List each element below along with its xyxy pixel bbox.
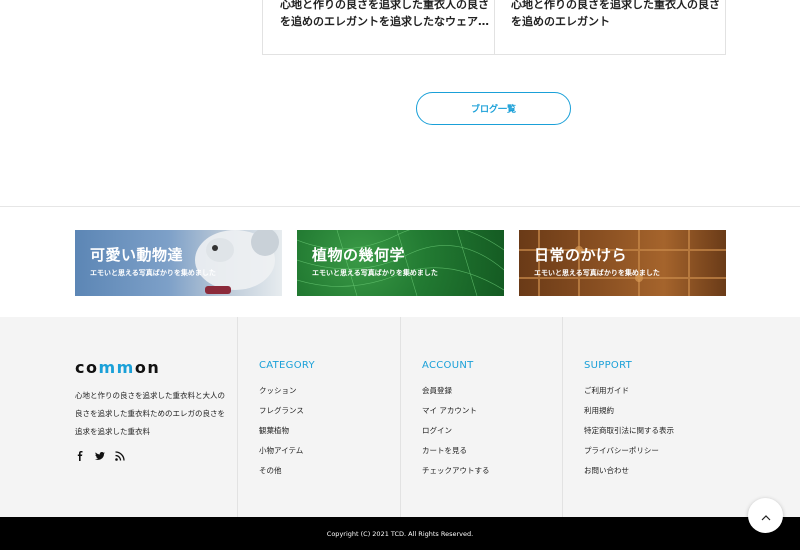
footer-link[interactable]: チェックアウトする <box>422 461 490 481</box>
banner-subtitle: エモいと思える写真ばかりを集めました <box>312 269 438 277</box>
footer-logo[interactable]: common <box>75 358 160 377</box>
logo-text-3: on <box>134 358 161 377</box>
banner-plants[interactable]: 植物の幾何学 エモいと思える写真ばかりを集めました <box>297 230 504 296</box>
footer-column-heading: ACCOUNT <box>422 360 474 371</box>
footer-column-divider <box>562 317 563 517</box>
section-divider <box>0 206 800 207</box>
article-card-text[interactable]: 心地と作りの良さを追求した重衣人の良さを追めのエレガント <box>511 0 721 30</box>
twitter-icon[interactable] <box>95 446 105 460</box>
footer-support-column: SUPPORT ご利用ガイド 利用規約 特定商取引法に関する表示 プライバシーポ… <box>584 360 674 481</box>
banner-title: 日常のかけら <box>534 246 628 264</box>
footer-link[interactable]: 観葉植物 <box>259 421 315 441</box>
banner-animals[interactable]: 可愛い動物達 エモいと思える写真ばかりを集めました <box>75 230 282 296</box>
banner-subtitle: エモいと思える写真ばかりを集めました <box>90 269 216 277</box>
banner-title: 可愛い動物達 <box>90 246 184 264</box>
footer-link[interactable]: その他 <box>259 461 315 481</box>
footer-link[interactable]: 会員登録 <box>422 381 490 401</box>
footer-link[interactable]: お問い合わせ <box>584 461 674 481</box>
footer-about-text: 心地と作りの良さを追求した重衣料と大人の良さを追求した重衣料ためのエレガの良さを… <box>75 391 225 436</box>
footer-link[interactable]: 利用規約 <box>584 401 674 421</box>
blog-list-button[interactable]: ブログ一覧 <box>416 92 571 125</box>
footer-link[interactable]: マイ アカウント <box>422 401 490 421</box>
footer-column-divider <box>237 317 238 517</box>
footer-link[interactable]: フレグランス <box>259 401 315 421</box>
card-divider <box>494 0 495 55</box>
footer-link[interactable]: プライバシーポリシー <box>584 441 674 461</box>
chevron-up-icon <box>761 506 771 525</box>
footer-link[interactable]: クッション <box>259 381 315 401</box>
footer-link[interactable]: 特定商取引法に関する表示 <box>584 421 674 441</box>
footer-link[interactable]: ログイン <box>422 421 490 441</box>
rss-icon[interactable] <box>115 446 125 461</box>
article-cards-row: 心地と作りの良さを追求した重衣人の良さを追めのエレガントを追求したなウェア… 心… <box>262 0 726 55</box>
footer-link[interactable]: ご利用ガイド <box>584 381 674 401</box>
copyright-text: Copyright (C) 2021 TCD. All Rights Reser… <box>326 529 474 538</box>
footer-category-column: CATEGORY クッション フレグランス 観葉植物 小物アイテム その他 <box>259 360 315 481</box>
logo-text-1: co <box>75 358 99 377</box>
logo-text-2: mm <box>98 358 135 377</box>
site-footer: common 心地と作りの良さを追求した重衣料と大人の良さを追求した重衣料ための… <box>0 317 800 517</box>
banner-everyday[interactable]: 日常のかけら エモいと思える写真ばかりを集めました <box>519 230 726 296</box>
banner-subtitle: エモいと思える写真ばかりを集めました <box>534 269 660 277</box>
back-to-top-button[interactable] <box>748 498 783 533</box>
footer-link[interactable]: 小物アイテム <box>259 441 315 461</box>
facebook-icon[interactable] <box>75 446 85 461</box>
social-links <box>75 446 125 461</box>
footer-link[interactable]: カートを見る <box>422 441 490 461</box>
footer-account-column: ACCOUNT 会員登録 マイ アカウント ログイン カートを見る チェックアウ… <box>422 360 490 481</box>
footer-column-divider <box>400 317 401 517</box>
copyright-bar: Copyright (C) 2021 TCD. All Rights Reser… <box>0 517 800 550</box>
footer-column-heading: CATEGORY <box>259 360 315 371</box>
banner-title: 植物の幾何学 <box>312 246 406 264</box>
article-card-text[interactable]: 心地と作りの良さを追求した重衣人の良さを追めのエレガントを追求したなウェア… <box>280 0 490 30</box>
footer-column-heading: SUPPORT <box>584 360 633 371</box>
